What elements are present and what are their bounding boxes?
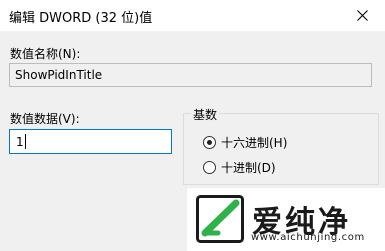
- radio-decimal-label: 十进制(D): [221, 161, 276, 175]
- watermark-logo-icon: [196, 195, 244, 243]
- title-bar: 编辑 DWORD (32 位)值: [0, 0, 385, 31]
- value-data-input[interactable]: 1: [9, 129, 172, 154]
- window-title: 编辑 DWORD (32 位)值: [9, 11, 153, 26]
- text-caret: [24, 134, 26, 149]
- watermark: 爱纯净 www.aichunjing.com: [187, 188, 385, 251]
- close-button[interactable]: [340, 0, 385, 31]
- edit-dword-dialog: 编辑 DWORD (32 位)值 数值名称(N): ShowPidInTitle…: [0, 0, 385, 251]
- radio-hexadecimal[interactable]: 十六进制(H): [203, 134, 287, 151]
- radio-decimal[interactable]: 十进制(D): [203, 159, 276, 176]
- radio-checked-icon[interactable]: [203, 136, 216, 149]
- value-name-field[interactable]: ShowPidInTitle: [9, 63, 372, 87]
- watermark-url: www.aichunjing.com: [251, 232, 365, 243]
- radio-hexadecimal-label: 十六进制(H): [221, 136, 288, 150]
- close-icon: [357, 10, 368, 21]
- value-name-label: 数值名称(N):: [10, 47, 81, 61]
- base-group-title: 基数: [191, 106, 220, 123]
- value-data-label: 数值数据(V):: [10, 112, 80, 126]
- radio-unchecked-icon[interactable]: [203, 161, 216, 174]
- value-data-text: 1: [16, 135, 24, 149]
